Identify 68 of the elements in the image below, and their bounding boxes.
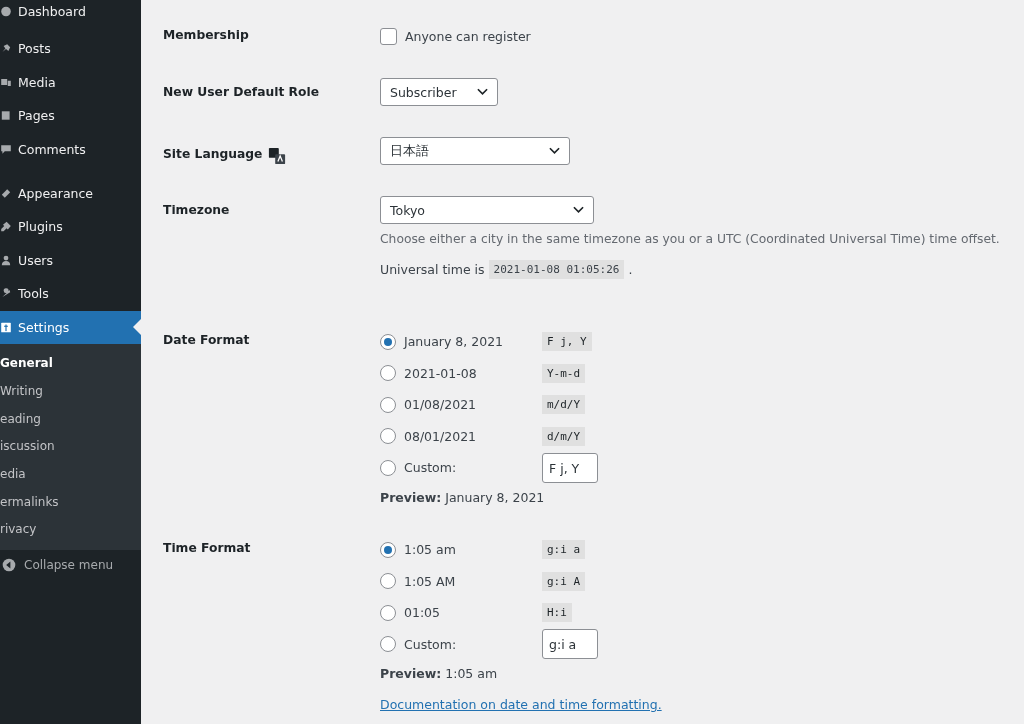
option-label: 08/01/2021 [404, 428, 478, 444]
pointer-notch-icon [133, 318, 141, 335]
submenu-item[interactable]: General [0, 350, 141, 379]
chevron-down-icon [477, 88, 488, 96]
menu-item[interactable]: Comments [0, 132, 141, 167]
radio-button[interactable] [380, 396, 396, 413]
menu-item[interactable]: Tools [0, 277, 141, 311]
field-label: Time Format [163, 540, 252, 557]
radio-button[interactable] [380, 459, 396, 476]
field-label: Membership [163, 27, 250, 42]
option-label: Custom: [404, 460, 458, 476]
translation-icon [268, 147, 287, 165]
option-label: 01/08/2021 [404, 397, 478, 413]
collapse-menu-button[interactable]: Collapse menu [0, 550, 141, 581]
option-label: 1:05 am [404, 542, 457, 558]
custom-format-field[interactable]: g:i a [542, 629, 598, 660]
menu-item[interactable]: Users [0, 243, 141, 278]
format-code: m/d/Y [542, 395, 586, 415]
radio-button[interactable] [380, 333, 396, 350]
menu-item[interactable]: Plugins [0, 209, 141, 244]
field-label: New User Default Role [163, 84, 321, 99]
option-label: 1:05 AM [404, 573, 457, 589]
menu-item[interactable]: Appearance [0, 176, 141, 210]
submenu-item[interactable]: Writing [0, 378, 141, 406]
field-label: Site Language [163, 147, 263, 161]
format-code: d/m/Y [542, 426, 586, 446]
period-text: . [628, 262, 633, 277]
option-label: 01:05 [404, 605, 442, 621]
submenu-item[interactable]: rivacy [0, 516, 141, 545]
role-dropdown[interactable]: Subscriber [380, 78, 498, 106]
option-label: 2021-01-08 [404, 365, 478, 381]
field-label: Date Format [163, 332, 251, 347]
chevron-down-icon [549, 147, 560, 155]
format-code: g:i a [542, 540, 586, 560]
menu-item[interactable]: Posts [0, 32, 141, 66]
radio-button[interactable] [380, 541, 396, 558]
submenu-item[interactable]: ermalinks [0, 488, 141, 517]
custom-format-field[interactable]: F j, Y [542, 452, 598, 483]
radio-button[interactable] [380, 365, 396, 382]
radio-button[interactable] [380, 636, 396, 653]
language-dropdown[interactable]: 日本語 [380, 137, 570, 165]
timezone-dropdown[interactable]: Tokyo [380, 196, 594, 224]
submenu-item[interactable]: iscussion [0, 433, 141, 462]
help-text: Choose either a city in the same timezone as you or a UTC (Coordinated Universal Time) time offset. [380, 232, 1000, 246]
checkbox-label: Anyone can register [405, 29, 531, 44]
universal-time-label: Universal time is [380, 262, 485, 277]
format-code: Y-m-d [542, 363, 586, 383]
radio-button[interactable] [380, 604, 396, 621]
preview-text: Preview: 1:05 am [380, 666, 499, 681]
menu-item[interactable]: Settings [0, 310, 141, 345]
checkbox[interactable] [380, 28, 397, 45]
menu-item[interactable]: Dashboard [0, 0, 141, 22]
universal-time-value: 2021-01-08 01:05:26 [488, 260, 625, 279]
submenu-item[interactable]: edia [0, 461, 141, 489]
chevron-down-icon [573, 206, 584, 214]
field-label: Timezone [163, 202, 231, 217]
preview-text: Preview: January 8, 2021 [380, 489, 546, 505]
format-code: g:i A [542, 571, 586, 591]
format-code: F j, Y [542, 332, 592, 352]
submenu-item[interactable]: eading [0, 405, 141, 434]
documentation-link[interactable]: Documentation on date and time formatting. [380, 697, 662, 712]
option-label: Custom: [404, 636, 458, 652]
radio-button[interactable] [380, 428, 396, 445]
radio-button[interactable] [380, 573, 396, 590]
option-label: January 8, 2021 [404, 334, 505, 350]
menu-item[interactable]: Pages [0, 99, 141, 133]
menu-item[interactable]: Media [0, 65, 141, 100]
format-code: H:i [542, 603, 572, 623]
